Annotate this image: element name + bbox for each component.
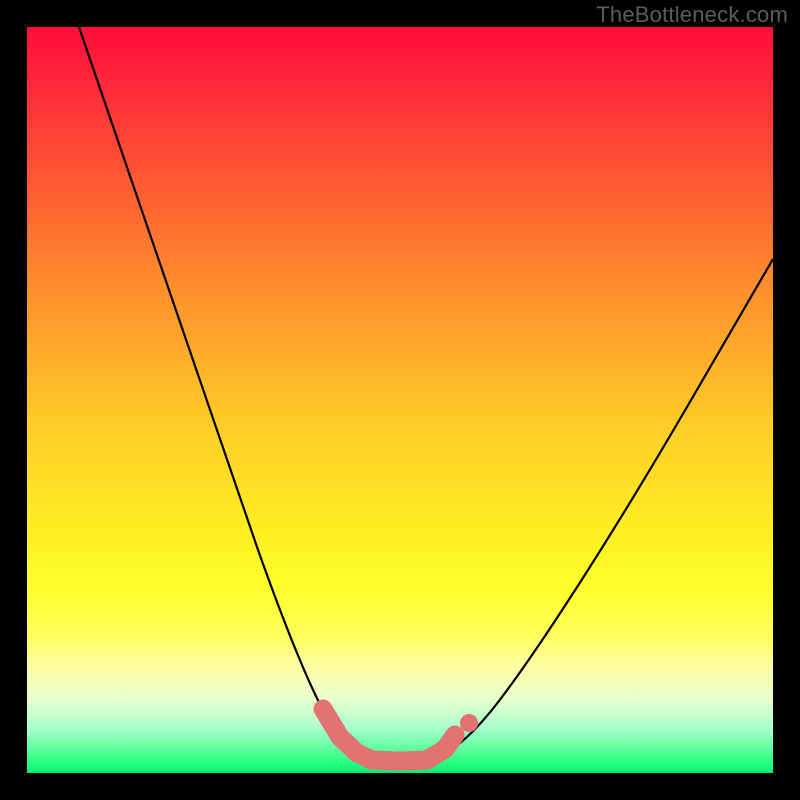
chart-plot-area — [27, 27, 773, 773]
right-curve — [427, 259, 773, 760]
left-curve — [79, 27, 372, 760]
highlight-dot — [460, 714, 478, 732]
watermark-text: TheBottleneck.com — [596, 2, 788, 28]
highlight-ribbon — [323, 709, 455, 761]
chart-svg — [27, 27, 773, 773]
